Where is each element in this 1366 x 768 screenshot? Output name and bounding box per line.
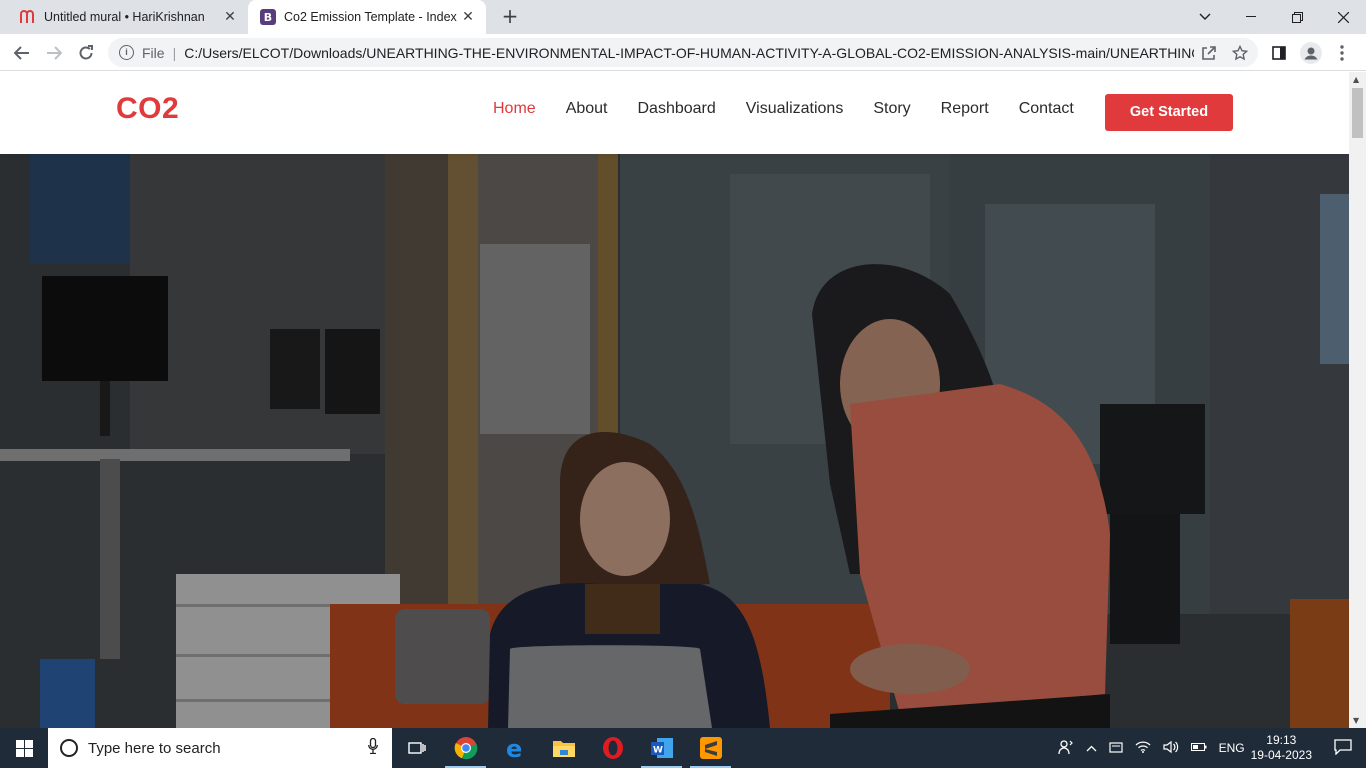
- reload-icon[interactable]: [73, 40, 99, 66]
- minimize-button[interactable]: [1228, 0, 1274, 34]
- chevron-down-icon[interactable]: [1182, 0, 1228, 34]
- nav-report[interactable]: Report: [941, 100, 989, 118]
- people-icon[interactable]: [1057, 739, 1074, 758]
- bootstrap-icon: B: [260, 9, 276, 25]
- tab-title: Co2 Emission Template - Index: [284, 10, 457, 24]
- taskbar-clock[interactable]: 19:13 19-04-2023: [1251, 733, 1312, 763]
- divider: |: [172, 44, 177, 61]
- mural-icon: [20, 9, 36, 25]
- nav-dashboard[interactable]: Dashboard: [638, 100, 716, 118]
- close-icon[interactable]: ✕: [458, 9, 478, 25]
- microphone-icon[interactable]: [368, 737, 378, 758]
- address-bar[interactable]: i File | C:/Users/ELCOT/Downloads/UNEART…: [108, 38, 1258, 67]
- nav-visualizations[interactable]: Visualizations: [746, 100, 844, 118]
- tab-co2-template[interactable]: B Co2 Emission Template - Index ✕: [248, 0, 486, 34]
- forward-icon[interactable]: [41, 40, 67, 66]
- search-placeholder: Type here to search: [88, 739, 221, 757]
- close-icon[interactable]: ✕: [220, 9, 240, 25]
- get-started-button[interactable]: Get Started: [1105, 94, 1233, 131]
- nav-contact[interactable]: Contact: [1019, 100, 1074, 118]
- restore-button[interactable]: [1274, 0, 1320, 34]
- browser-tab-strip: Untitled mural • HariKrishnan ✕ B Co2 Em…: [0, 0, 1366, 34]
- notification-icon[interactable]: [1334, 738, 1352, 758]
- scroll-down-icon[interactable]: ▼: [1353, 716, 1359, 725]
- taskbar-search-box[interactable]: Type here to search: [48, 728, 392, 768]
- site-header: CO2 Home About Dashboard Visualizations …: [0, 72, 1349, 154]
- profile-icon[interactable]: [1298, 40, 1324, 66]
- windows-start-icon[interactable]: [0, 728, 48, 768]
- edge-icon[interactable]: e: [490, 728, 539, 768]
- network-icon[interactable]: [1108, 740, 1123, 757]
- opera-icon[interactable]: [588, 728, 637, 768]
- volume-icon[interactable]: [1162, 740, 1179, 757]
- system-tray: ENG 19:13 19-04-2023: [1052, 728, 1366, 768]
- clock-date: 19-04-2023: [1250, 748, 1312, 762]
- browser-toolbar: i File | C:/Users/ELCOT/Downloads/UNEART…: [0, 34, 1366, 71]
- page-scrollbar[interactable]: ▲ ▼: [1349, 72, 1366, 728]
- scroll-up-icon[interactable]: ▲: [1353, 75, 1359, 84]
- sublime-text-icon[interactable]: [686, 728, 735, 768]
- office-photo: [0, 154, 1349, 728]
- chrome-icon[interactable]: [441, 728, 490, 768]
- close-window-button[interactable]: [1320, 0, 1366, 34]
- svg-text:e: e: [506, 736, 522, 760]
- url-text[interactable]: C:/Users/ELCOT/Downloads/UNEARTHING-THE-…: [184, 45, 1194, 61]
- nav-home[interactable]: Home: [493, 100, 536, 118]
- site-logo[interactable]: CO2: [116, 92, 179, 126]
- nav-about[interactable]: About: [566, 100, 608, 118]
- tab-mural[interactable]: Untitled mural • HariKrishnan ✕: [8, 0, 248, 34]
- nav-story[interactable]: Story: [873, 100, 910, 118]
- clock-time: 19:13: [1266, 733, 1297, 747]
- hero-image: [0, 154, 1349, 728]
- file-explorer-icon[interactable]: [539, 728, 588, 768]
- search-icon: [60, 739, 78, 757]
- tab-title: Untitled mural • HariKrishnan: [44, 10, 205, 24]
- info-icon[interactable]: i: [119, 45, 134, 60]
- menu-icon[interactable]: [1329, 40, 1355, 66]
- star-icon[interactable]: [1227, 40, 1253, 66]
- back-icon[interactable]: [9, 40, 35, 66]
- file-label: File: [142, 44, 165, 61]
- page-viewport: CO2 Home About Dashboard Visualizations …: [0, 72, 1349, 728]
- language-indicator[interactable]: ENG: [1219, 741, 1245, 755]
- word-icon[interactable]: W: [637, 728, 686, 768]
- chevron-up-icon[interactable]: [1086, 741, 1097, 755]
- new-tab-button[interactable]: +: [499, 5, 521, 27]
- share-icon[interactable]: [1196, 40, 1222, 66]
- scrollbar-thumb[interactable]: [1352, 88, 1363, 138]
- battery-icon[interactable]: [1190, 741, 1207, 755]
- svg-text:W: W: [653, 746, 663, 756]
- windows-taskbar: Type here to search e W ENG 19:13 19-04-…: [0, 728, 1366, 768]
- wifi-icon[interactable]: [1135, 740, 1151, 756]
- main-nav: Home About Dashboard Visualizations Stor…: [493, 100, 1104, 118]
- task-view-icon[interactable]: [392, 728, 441, 768]
- side-panel-icon[interactable]: [1266, 40, 1292, 66]
